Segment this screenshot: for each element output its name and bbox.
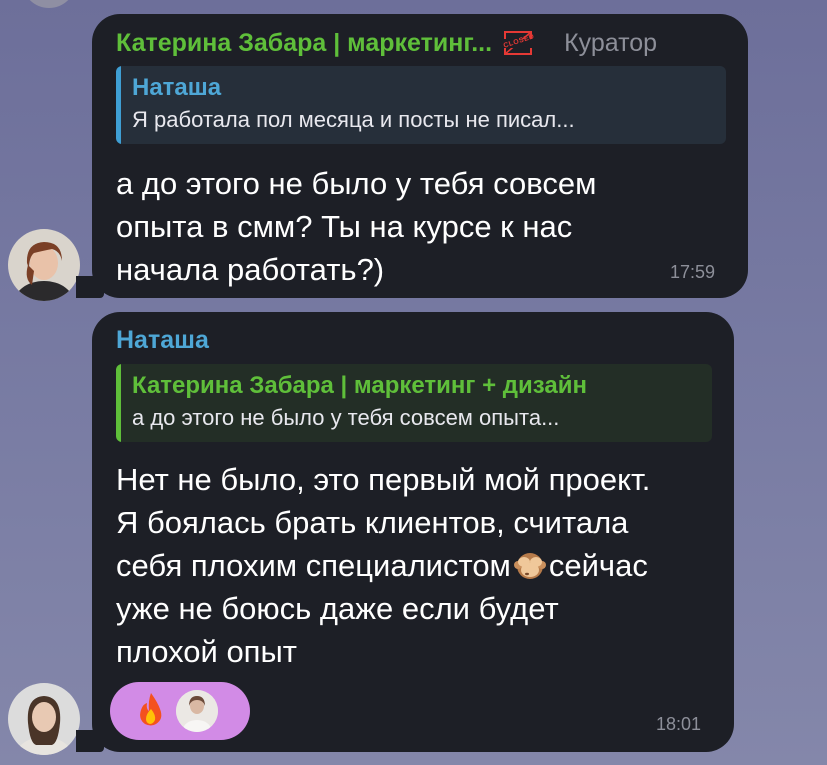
reply-quote-bar (116, 66, 121, 144)
message-bubble-natasha[interactable]: Наташа Катерина Забара | маркетинг + диз… (76, 312, 734, 752)
previous-avatar (22, 0, 76, 8)
reply-author: Наташа (132, 74, 222, 101)
message-line: уже не боюсь даже если будет (116, 591, 559, 626)
message-bubble-curator[interactable]: Катерина Забара | маркетинг... CLOSED Ку… (76, 14, 748, 298)
sender-name[interactable]: Наташа (116, 326, 209, 355)
message-text: Нет не было, это первый мой проект. Я бо… (116, 458, 650, 673)
bubble-tail (76, 730, 104, 752)
message-line: Я боялась брать клиентов, считала (116, 505, 629, 540)
message-line: плохой опыт (116, 634, 297, 669)
message-line: начала работать?) (116, 252, 385, 287)
avatar-curator-photo (8, 229, 80, 301)
avatar-natasha-photo (8, 683, 80, 755)
message-line: себя плохим специалистом сейчас (116, 544, 650, 587)
reaction-user-avatar (176, 690, 218, 732)
reply-author: Катерина Забара | маркетинг + дизайн (132, 372, 587, 399)
avatar-natasha[interactable] (8, 683, 80, 755)
avatar-curator[interactable] (8, 229, 80, 301)
fire-icon (136, 691, 166, 732)
reply-quote[interactable]: Катерина Забара | маркетинг + дизайн а д… (116, 364, 712, 442)
reply-text: а до этого не было у тебя совсем опыта..… (132, 405, 560, 430)
message-line-part: себя плохим специалистом (116, 548, 511, 583)
reply-quote[interactable]: Наташа Я работала пол месяца и посты не … (116, 66, 726, 144)
see-no-evil-monkey-icon (513, 549, 547, 581)
message-line: Нет не было, это первый мой проект. (116, 462, 651, 497)
message-time: 17:59 (670, 262, 716, 282)
bubble-tail (76, 276, 104, 298)
reply-text: Я работала пол месяца и посты не писал..… (132, 107, 575, 132)
message-time: 18:01 (656, 714, 702, 734)
sender-role: Куратор (564, 28, 658, 57)
reply-quote-bar (116, 364, 121, 442)
message-header: Катерина Забара | маркетинг... CLOSED Ку… (116, 28, 657, 58)
sender-name[interactable]: Катерина Забара | маркетинг... (116, 29, 492, 58)
closed-badge-icon: CLOSED (502, 28, 537, 58)
reaction-pill[interactable] (110, 682, 250, 740)
message-line: опыта в смм? Ты на курсе к нас (116, 209, 573, 244)
message-line-part: сейчас (548, 548, 648, 583)
message-header: Наташа (116, 326, 209, 355)
message-line: а до этого не было у тебя совсем (116, 166, 597, 201)
message-text: а до этого не было у тебя совсем опыта в… (116, 162, 596, 291)
